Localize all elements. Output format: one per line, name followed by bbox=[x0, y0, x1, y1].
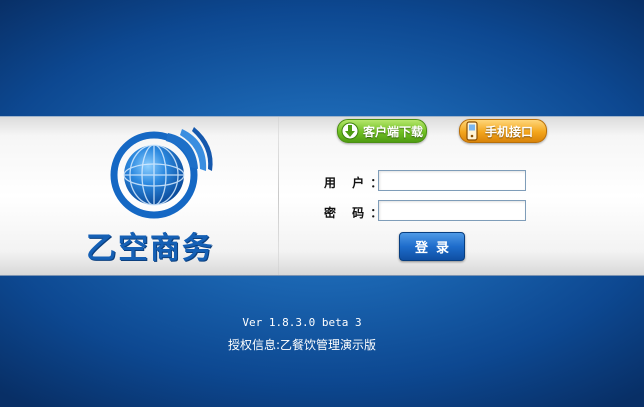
license-info: 授权信息:乙餐饮管理演示版 bbox=[227, 338, 377, 352]
mobile-interface-button[interactable]: 手机接口 bbox=[459, 119, 547, 143]
download-arrow-icon bbox=[340, 121, 360, 141]
password-input[interactable] bbox=[378, 200, 526, 221]
login-button[interactable]: 登录 bbox=[399, 232, 465, 261]
version-text: Ver 1.8.3.0 beta 3 bbox=[242, 316, 362, 329]
username-label: 用 户： bbox=[324, 174, 384, 191]
mobile-interface-label: 手机接口 bbox=[485, 124, 534, 139]
panel-divider bbox=[278, 117, 279, 275]
password-label: 密 码： bbox=[324, 204, 384, 221]
brand-logo: 乙空商务 bbox=[84, 127, 244, 267]
username-input[interactable] bbox=[378, 170, 526, 191]
client-download-label: 客户端下载 bbox=[363, 124, 424, 139]
brand-name: 乙空商务 bbox=[86, 231, 214, 266]
password-label-text: 密 码 bbox=[324, 206, 371, 220]
login-panel: 乙空商务 客户端下载 手机接口 用 户： 密 码： 登录 bbox=[0, 116, 644, 276]
mobile-phone-icon bbox=[462, 121, 482, 141]
username-label-text: 用 户 bbox=[324, 176, 371, 190]
globe-logo-icon bbox=[110, 127, 213, 219]
client-download-button[interactable]: 客户端下载 bbox=[337, 119, 427, 143]
